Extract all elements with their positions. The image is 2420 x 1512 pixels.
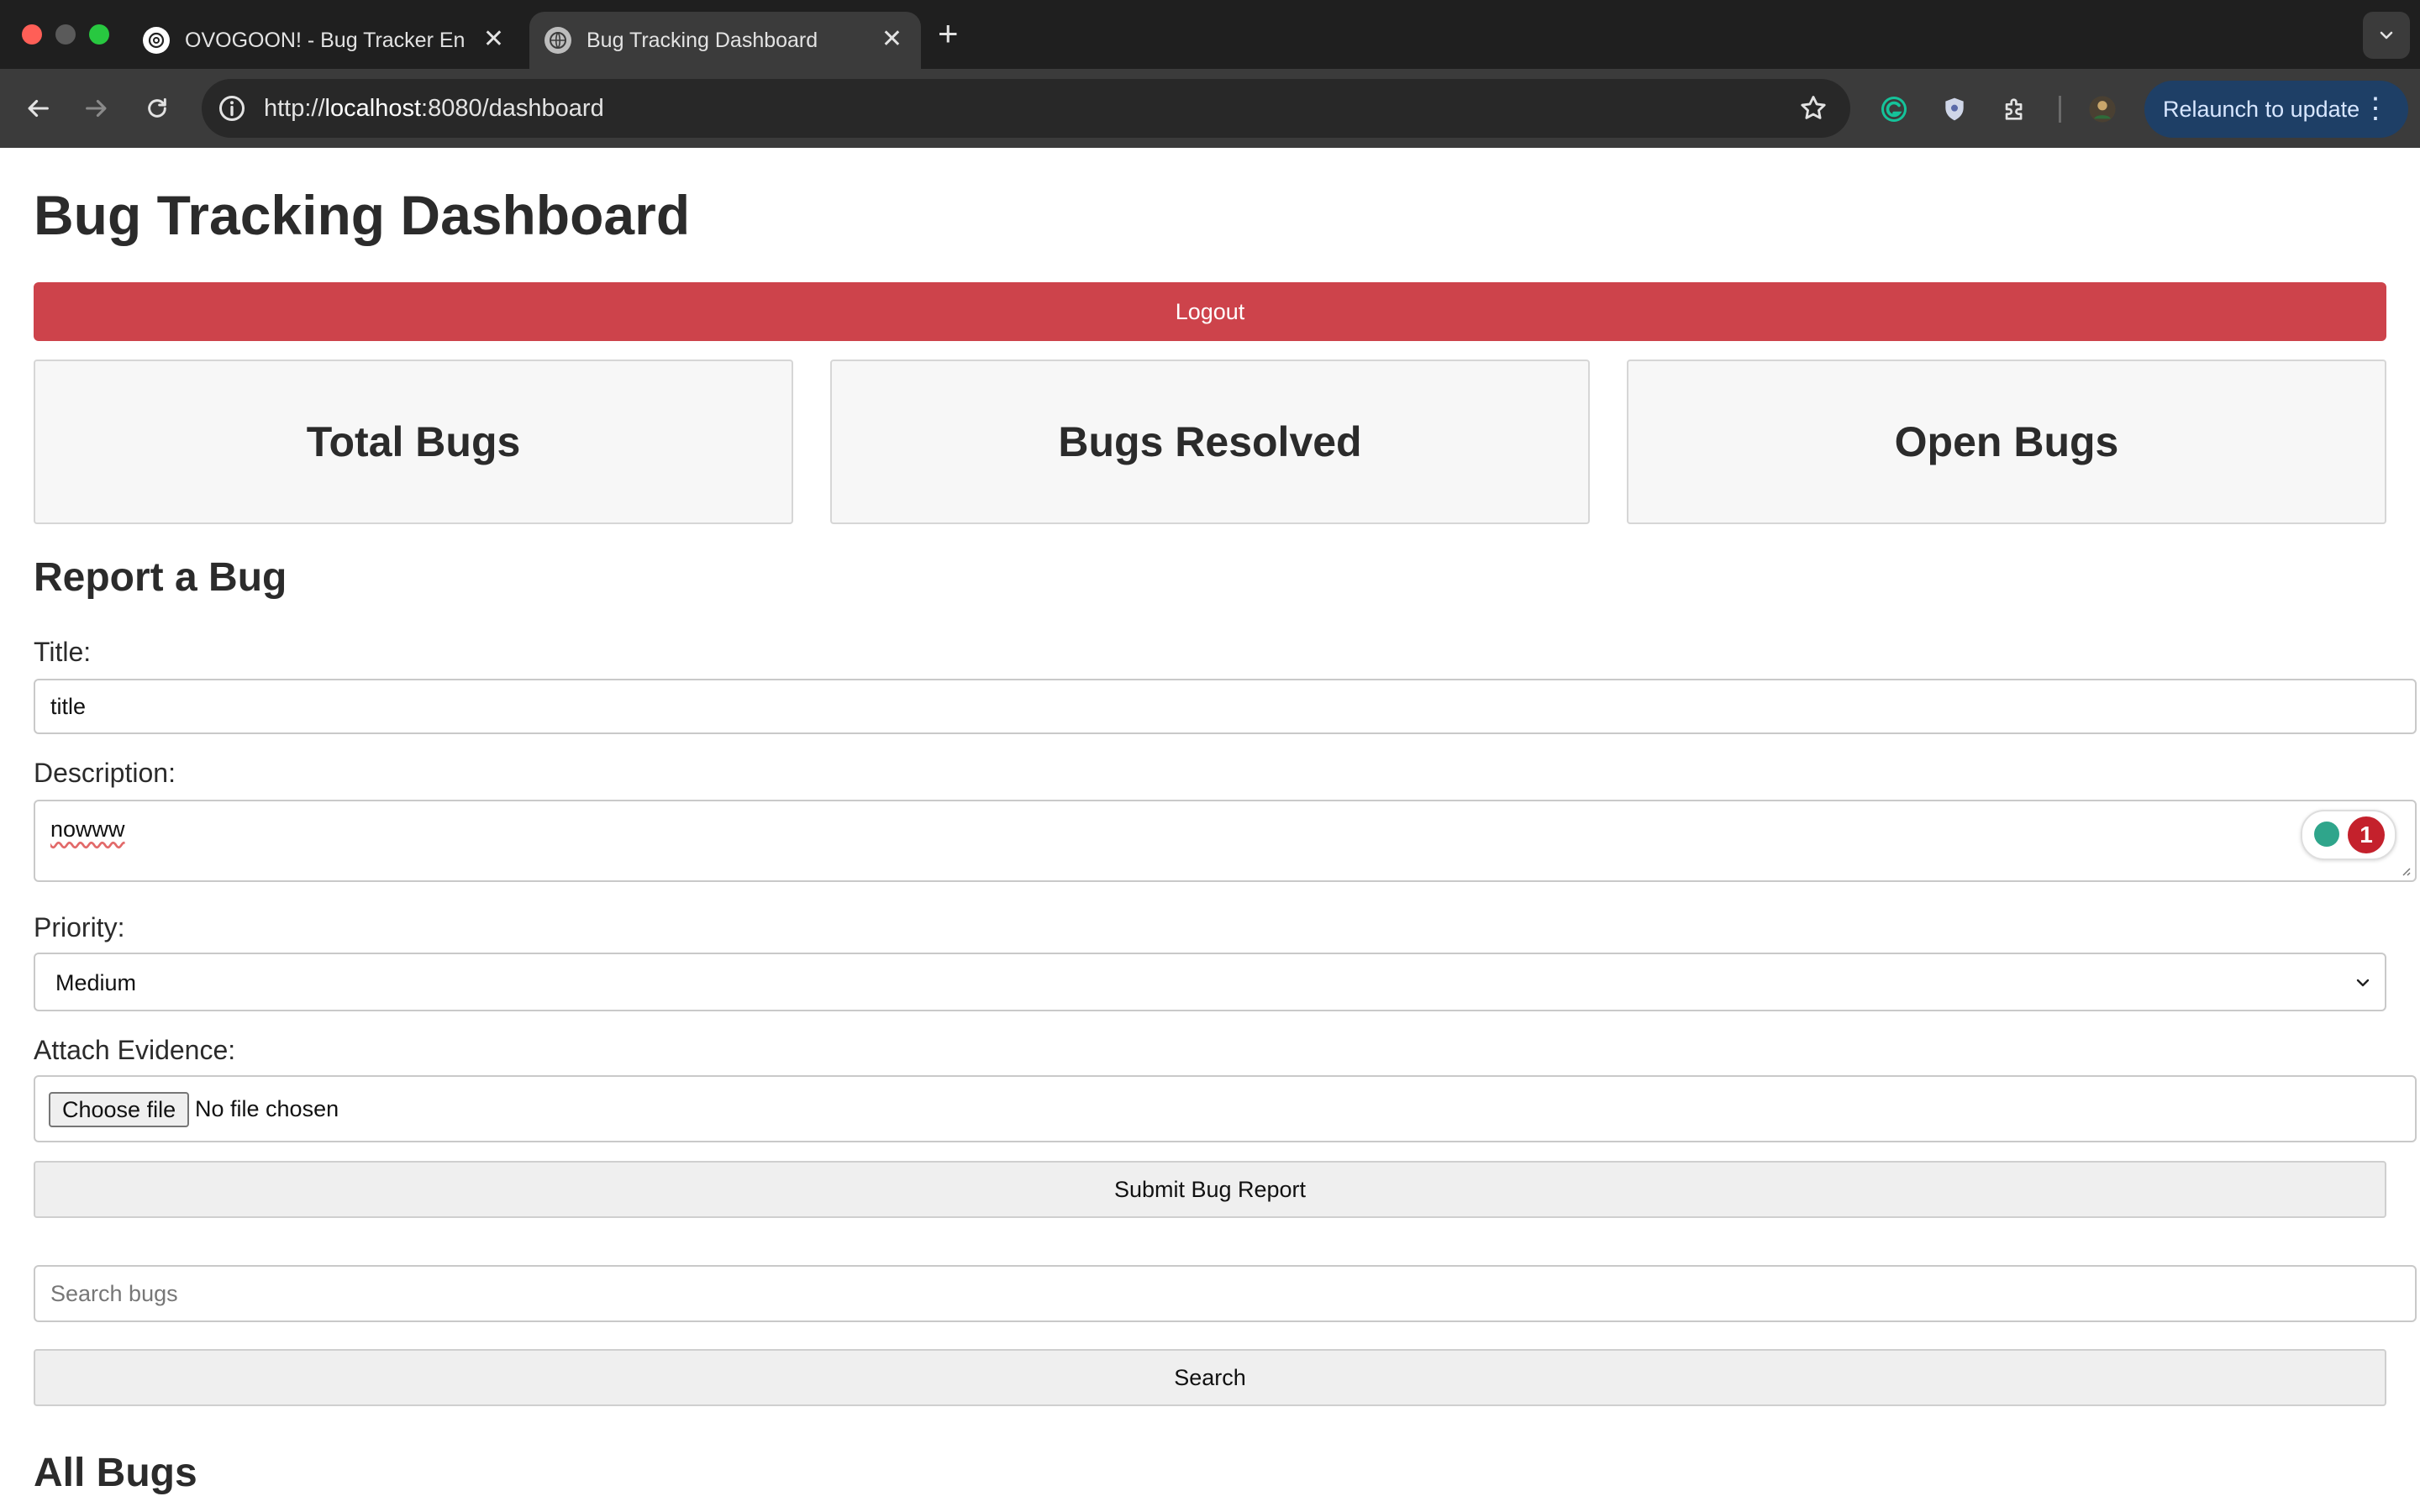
arrow-right-icon [86,99,107,118]
description-label: Description: [34,758,176,788]
tab-title: OVOGOON! - Bug Tracker Enh [185,28,464,52]
submit-bug-report-button[interactable]: Submit Bug Report [34,1161,2386,1218]
reload-icon [148,97,166,118]
grammarly-issue-count: 1 [2348,816,2385,853]
browser-tab-dashboard[interactable]: Bug Tracking Dashboard ✕ [529,12,921,69]
title-input[interactable] [34,679,2417,734]
close-window-button[interactable] [22,24,42,45]
browser-toolbar: http://localhost:8080/dashboard Relaunch… [0,69,2420,148]
stat-card-total-bugs: Total Bugs [34,360,793,524]
new-tab-button[interactable]: + [938,13,959,54]
resize-handle-icon[interactable] [2398,864,2412,877]
close-tab-icon[interactable]: ✕ [483,25,504,54]
evidence-file-input: Choose file No file chosen [34,1075,2417,1142]
attach-evidence-label: Attach Evidence: [34,1035,236,1065]
toolbar-divider [2059,96,2061,123]
dashboard-page: Bug Tracking Dashboard Logout Total Bugs… [0,148,2420,1512]
lightbulb-icon [2314,822,2339,847]
forward-button[interactable] [77,89,116,128]
maximize-window-button[interactable] [89,24,109,45]
title-label: Title: [34,637,92,667]
site-info-icon[interactable] [217,93,247,123]
back-button[interactable] [18,89,57,128]
page-title: Bug Tracking Dashboard [34,184,691,246]
choose-file-button[interactable]: Choose file [49,1092,190,1127]
url-text: http://localhost:8080/dashboard [264,95,604,122]
profile-avatar[interactable] [2086,92,2119,126]
grammarly-suggestions-widget[interactable]: 1 [2301,810,2396,860]
priority-select[interactable]: Medium [34,953,2386,1011]
stat-card-bugs-resolved: Bugs Resolved [830,360,1590,524]
stat-card-open-bugs: Open Bugs [1627,360,2386,524]
address-bar[interactable]: http://localhost:8080/dashboard [202,79,1850,138]
priority-selected-value: Medium [55,970,137,995]
reload-button[interactable] [138,89,176,128]
stat-label: Open Bugs [1894,418,2119,465]
close-tab-icon[interactable]: ✕ [881,25,902,54]
chevron-down-icon [2380,31,2393,39]
puzzle-extensions-icon[interactable] [1998,92,2032,126]
report-bug-heading: Report a Bug [34,555,287,600]
relaunch-to-update-button[interactable]: Relaunch to update ⋮ [2144,81,2408,138]
chevron-down-icon [2356,979,2370,987]
globe-icon [544,27,571,54]
minimize-window-button[interactable] [55,24,76,45]
stat-label: Total Bugs [306,418,521,465]
search-bugs-input[interactable] [34,1265,2417,1322]
all-bugs-heading: All Bugs [34,1451,197,1495]
arrow-left-icon [28,99,49,118]
grammarly-extension-icon[interactable] [1877,92,1911,126]
priority-label: Priority: [34,912,125,942]
browser-tabstrip: OVOGOON! - Bug Tracker Enh ✕ Bug Trackin… [0,0,2420,69]
logout-button[interactable]: Logout [34,282,2386,341]
openai-icon [143,27,170,54]
stat-label: Bugs Resolved [1058,418,1362,465]
search-button[interactable]: Search [34,1349,2386,1406]
tab-search-button[interactable] [2363,12,2410,59]
description-textarea[interactable]: nowww 1 [34,800,2417,882]
description-text: nowww [50,816,125,842]
relaunch-label: Relaunch to update [2163,96,2360,122]
file-status-text: No file chosen [195,1096,339,1121]
bookmark-star-icon[interactable] [1798,93,1828,123]
tab-title: Bug Tracking Dashboard [587,28,818,52]
kebab-menu-icon[interactable]: ⋮ [2361,92,2390,124]
browser-tab-bug-tracker[interactable]: OVOGOON! - Bug Tracker Enh ✕ [128,12,523,69]
shield-extension-icon[interactable] [1938,92,1971,126]
